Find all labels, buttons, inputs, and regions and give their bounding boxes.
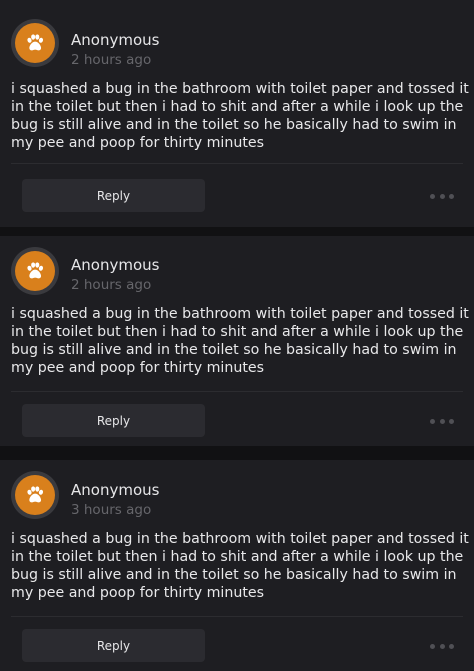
paw-icon [27, 262, 44, 279]
reply-button[interactable]: Reply [22, 404, 205, 437]
dot [430, 418, 435, 424]
more-options-icon[interactable] [430, 189, 454, 203]
post-text: i squashed a bug in the bathroom with to… [11, 531, 469, 601]
dot [439, 193, 445, 199]
avatar-background [15, 23, 55, 63]
reply-button[interactable]: Reply [22, 179, 205, 212]
timestamp: 2 hours ago [71, 52, 152, 68]
reply-button[interactable]: Reply [22, 629, 205, 662]
dot [449, 193, 454, 199]
username: Anonymous [71, 481, 160, 499]
dot [439, 643, 445, 649]
dot [430, 643, 435, 649]
post-card: Anonymous 3 hours ago i squashed a bug i… [0, 460, 474, 671]
divider [11, 163, 463, 164]
post-feed: Anonymous 2 hours ago i squashed a bug i… [0, 0, 474, 671]
paw-icon [27, 486, 44, 503]
dot [449, 643, 454, 649]
more-options-icon[interactable] [430, 639, 454, 653]
username: Anonymous [71, 31, 160, 49]
avatar[interactable] [11, 19, 59, 67]
avatar-background [15, 251, 55, 291]
divider [11, 391, 463, 392]
divider [11, 616, 463, 617]
more-options-icon[interactable] [430, 414, 454, 428]
dot [439, 418, 445, 424]
post-card: Anonymous 2 hours ago i squashed a bug i… [0, 236, 474, 446]
post-text: i squashed a bug in the bathroom with to… [11, 306, 469, 376]
dot [430, 193, 435, 199]
avatar[interactable] [11, 247, 59, 295]
dot [449, 418, 454, 424]
paw-icon [27, 34, 44, 51]
post-text: i squashed a bug in the bathroom with to… [11, 81, 469, 151]
username: Anonymous [71, 256, 160, 274]
timestamp: 3 hours ago [71, 502, 152, 518]
avatar-background [15, 475, 55, 515]
post-card: Anonymous 2 hours ago i squashed a bug i… [0, 0, 474, 227]
avatar[interactable] [11, 471, 59, 519]
timestamp: 2 hours ago [71, 277, 152, 293]
